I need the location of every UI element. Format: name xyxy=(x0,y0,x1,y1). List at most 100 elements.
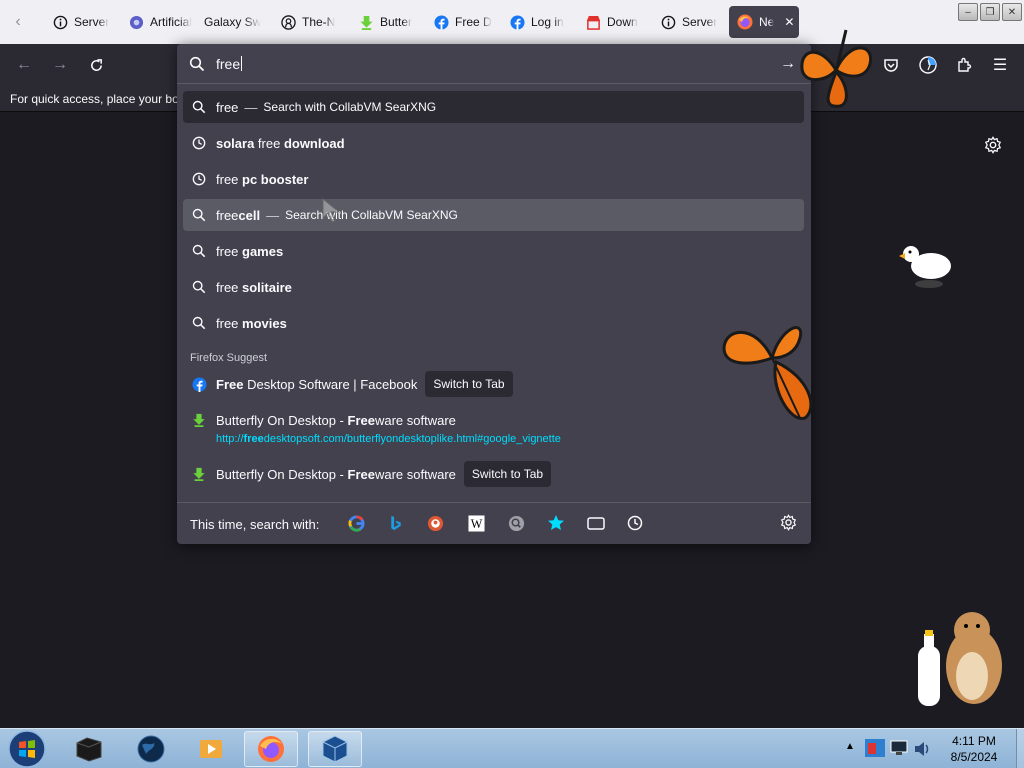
suggestion-text-bold: movies xyxy=(242,315,287,331)
tab-free-desktop[interactable]: Free D xyxy=(425,6,501,38)
tab-label: Galaxy Sw xyxy=(204,15,262,29)
window-controls: – ❐ ✕ xyxy=(958,3,1022,21)
search-settings-gear-icon[interactable] xyxy=(780,514,798,532)
minimize-icon[interactable]: – xyxy=(958,3,978,21)
suggestion-search-movies[interactable]: free movies xyxy=(183,307,804,339)
search-icon xyxy=(191,207,207,223)
download-arrow-icon xyxy=(358,14,374,30)
tab-label: Log in xyxy=(531,15,564,29)
virtualbox-icon[interactable] xyxy=(308,731,362,767)
suggestion-text: ware software xyxy=(374,466,456,482)
search-icon xyxy=(191,279,207,295)
tab-butterfly[interactable]: Butter xyxy=(350,6,426,38)
suggestion-url[interactable]: http://freedesktopsoft.com/butterflyonde… xyxy=(216,433,561,445)
tab-label: Server xyxy=(74,15,110,29)
mouse-cursor-icon xyxy=(322,197,346,224)
butterfly-sprite-icon xyxy=(790,24,882,116)
clock-date[interactable]: 8/5/2024 xyxy=(935,750,1013,764)
history-clock-icon[interactable] xyxy=(626,514,644,532)
facebook-icon xyxy=(433,14,449,30)
info-icon xyxy=(52,14,68,30)
search-icon xyxy=(191,99,207,115)
tab-label: The-N xyxy=(302,15,336,29)
reload-icon[interactable] xyxy=(83,52,109,78)
bookmarks-star-icon[interactable] xyxy=(547,514,565,532)
suggestion-history-solara[interactable]: solara free download xyxy=(183,127,804,159)
suggestion-action: Search with CollabVM SearXNG xyxy=(263,100,437,114)
volume-icon[interactable] xyxy=(912,739,932,759)
restore-icon[interactable]: ❐ xyxy=(980,3,1000,21)
network-icon[interactable] xyxy=(889,738,909,758)
tab-scroll-left-icon[interactable]: ‹ xyxy=(4,8,32,36)
one-off-label: This time, search with: xyxy=(190,517,320,532)
suggestion-text-bold: solitaire xyxy=(242,279,292,295)
extensions-icon[interactable] xyxy=(951,52,977,78)
suggest-butterfly-freeware[interactable]: Butterfly On Desktop - Free ware software xyxy=(183,404,804,436)
windows-taskbar: ▲ 4:11 PM 8/5/2024 xyxy=(0,728,1024,768)
suggest-butterfly-freeware-tab[interactable]: Butterfly On Desktop - Free ware software… xyxy=(183,458,804,490)
search-icon xyxy=(189,56,205,72)
suggestion-search-freecell[interactable]: free cell — Search with CollabVM SearXNG xyxy=(183,199,804,231)
globe-icon[interactable] xyxy=(124,731,178,767)
suggestion-text: free xyxy=(216,315,243,331)
suggestion-search-games[interactable]: free games xyxy=(183,235,804,267)
tab-artificial[interactable]: Artificial xyxy=(120,6,196,38)
show-hidden-icons-icon[interactable]: ▲ xyxy=(845,741,855,752)
show-desktop-button[interactable] xyxy=(1016,729,1024,768)
firefox-icon[interactable] xyxy=(244,731,298,767)
suggestion-text: free xyxy=(216,279,243,295)
suggestion-text: free xyxy=(254,135,284,151)
suggestion-text-bold: pc booster xyxy=(242,171,309,187)
google-icon[interactable] xyxy=(347,514,365,532)
tab-new-tab-active[interactable]: Ne ✕ xyxy=(729,6,799,38)
suggestion-text: Butterfly On Desktop - xyxy=(216,412,348,428)
tabs-icon[interactable] xyxy=(587,514,605,532)
tab-server-2[interactable]: Server xyxy=(652,6,728,38)
app-menu-icon[interactable]: ☰ xyxy=(987,52,1013,78)
facebook-icon xyxy=(509,14,525,30)
start-orb-icon[interactable] xyxy=(2,729,52,768)
account-sync-icon[interactable] xyxy=(915,52,941,78)
info-icon xyxy=(660,14,676,30)
clock-time[interactable]: 4:11 PM xyxy=(935,734,1013,748)
tab-galaxy[interactable]: Galaxy Sw xyxy=(196,6,272,38)
urlbar-input[interactable]: free xyxy=(216,56,243,72)
switch-to-tab-button[interactable]: Switch to Tab xyxy=(463,461,552,487)
suggestion-text-bold: games xyxy=(242,243,284,259)
bing-icon[interactable] xyxy=(387,514,405,532)
history-clock-icon xyxy=(191,171,207,187)
switch-to-tab-button[interactable]: Switch to Tab xyxy=(425,371,513,397)
svg-text:W: W xyxy=(470,517,482,531)
tab-label: Free D xyxy=(455,15,492,29)
store-icon xyxy=(585,14,601,30)
forward-arrow-icon[interactable]: → xyxy=(47,52,73,78)
suggestion-search-free[interactable]: free — Search with CollabVM SearXNG xyxy=(183,91,804,123)
hamster-sprite-icon xyxy=(912,606,1012,712)
firefox-suggest-heading: Firefox Suggest xyxy=(190,352,268,364)
terminal-box-icon[interactable] xyxy=(62,731,116,767)
tray-app-icon[interactable] xyxy=(864,737,886,759)
download-arrow-icon xyxy=(191,412,207,428)
suggestion-history-pc-booster[interactable]: free pc booster xyxy=(183,163,804,195)
close-window-icon[interactable]: ✕ xyxy=(1002,3,1022,21)
duckduckgo-icon[interactable] xyxy=(426,514,444,532)
tab-label: Butter xyxy=(380,15,413,29)
tab-label: Ne xyxy=(759,15,775,29)
github-icon xyxy=(280,14,296,30)
suggest-facebook-free-desktop[interactable]: Free Desktop Software | Facebook Switch … xyxy=(183,368,804,400)
suggestion-text: free xyxy=(216,207,239,223)
tab-log-in[interactable]: Log in xyxy=(501,6,577,38)
media-player-icon[interactable] xyxy=(184,731,238,767)
suggestion-text: Desktop Software | Facebook xyxy=(243,376,418,392)
goose-sprite-icon xyxy=(895,240,955,292)
wikipedia-icon[interactable]: W xyxy=(467,514,485,532)
tab-github[interactable]: The-N xyxy=(272,6,348,38)
tab-download[interactable]: Down xyxy=(577,6,653,38)
tab-server-1[interactable]: Server xyxy=(44,6,120,38)
page-settings-gear-icon[interactable] xyxy=(981,133,1005,157)
back-arrow-icon[interactable]: ← xyxy=(11,52,37,78)
suggestion-separator: — xyxy=(266,207,280,223)
searxng-icon[interactable] xyxy=(507,514,525,532)
suggestion-search-solitaire[interactable]: free solitaire xyxy=(183,271,804,303)
urlbar-input-row[interactable]: free → xyxy=(177,44,811,84)
